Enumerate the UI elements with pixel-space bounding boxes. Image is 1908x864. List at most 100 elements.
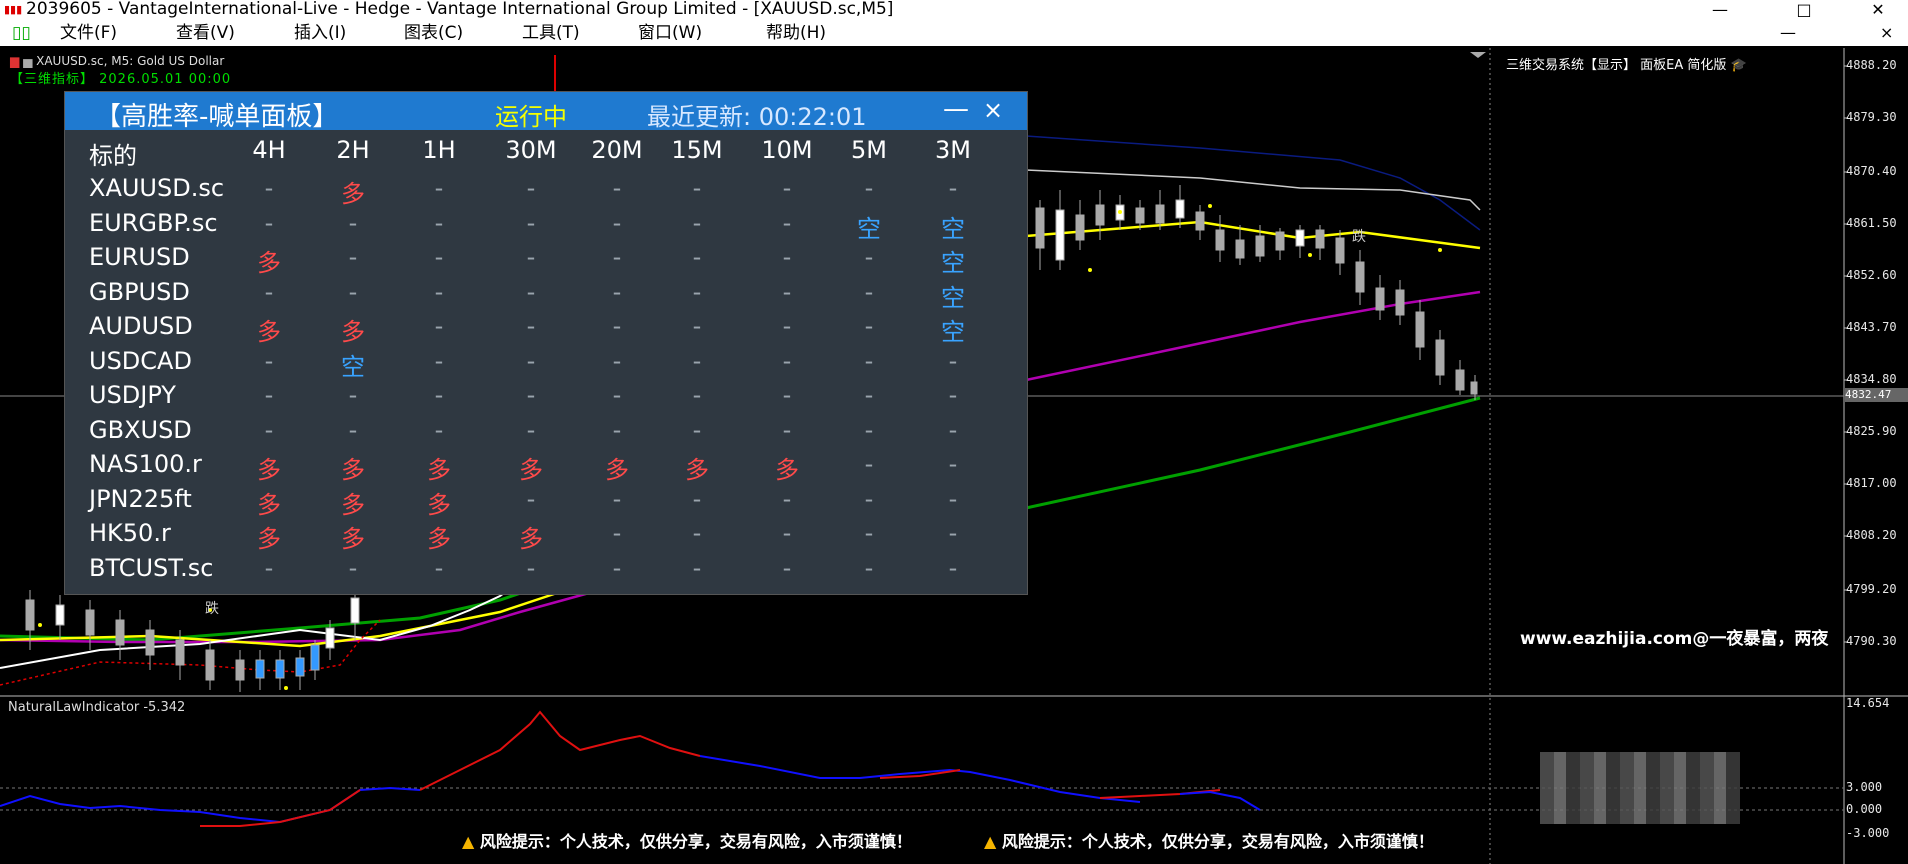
signal-dots-left xyxy=(38,608,288,690)
column-header-1h: 1H xyxy=(422,136,456,164)
signal-cell: - xyxy=(864,484,874,513)
signal-cell: - xyxy=(264,277,274,306)
signal-cell: - xyxy=(264,346,274,375)
panel-header[interactable]: 【高胜率-喊单面板】 运行中 最近更新: 00:22:01 — × xyxy=(65,92,1027,132)
sub-axis-label: -3.000 xyxy=(1846,826,1890,840)
signal-cell: - xyxy=(434,346,444,375)
symbol-label: JPN225ft xyxy=(89,484,192,513)
signal-cell: - xyxy=(526,381,536,409)
signal-cell: 多 xyxy=(519,525,543,553)
symbol-label: GBPUSD xyxy=(89,277,190,306)
price-label: 4843.70 xyxy=(1846,320,1897,334)
ind-line-red-1 xyxy=(419,710,701,791)
signal-cell: - xyxy=(692,312,702,340)
panel-minimize-button[interactable]: — xyxy=(943,94,969,124)
candle-label-right: 跌 xyxy=(1352,229,1366,245)
signal-cell: - xyxy=(864,415,874,444)
signal-cell: 空 xyxy=(941,318,965,346)
signal-cell: - xyxy=(692,415,702,444)
sub-indicator-label: NaturalLawIndicator -5.342 xyxy=(8,700,186,715)
signal-cell: - xyxy=(948,450,958,478)
signal-cell: - xyxy=(782,243,792,271)
symbol-label: USDJPY xyxy=(89,381,176,409)
red-dotted-line xyxy=(0,619,381,686)
signal-cell: 空 xyxy=(857,214,881,243)
ma-magenta-right xyxy=(1025,290,1481,382)
signal-cell: - xyxy=(348,415,358,444)
signal-cell: 多 xyxy=(257,490,281,519)
signal-cell: 多 xyxy=(341,456,365,484)
price-label: 4879.30 xyxy=(1846,110,1897,124)
signal-cell: - xyxy=(434,208,444,237)
signal-cell: - xyxy=(348,277,358,306)
signal-cell: - xyxy=(348,208,358,237)
signal-cell: 空 xyxy=(941,249,965,277)
signal-cell: 多 xyxy=(519,456,543,484)
column-header-2h: 2H xyxy=(336,136,370,164)
signal-cell: - xyxy=(782,312,792,340)
signal-cell: - xyxy=(526,243,536,271)
risk-warning: ▲ 风险提示：个人技术，仅供分享，交易有风险，入市须谨慎！ xyxy=(984,828,1434,852)
price-axis-ticks xyxy=(1844,65,1848,643)
signal-cell: - xyxy=(348,381,358,409)
signal-cell: - xyxy=(782,277,792,306)
signal-cell: - xyxy=(612,277,622,306)
signal-cell: - xyxy=(692,277,702,306)
symbol-label: HK50.r xyxy=(89,519,171,547)
signal-cell: - xyxy=(692,484,702,513)
signal-cell: 多 xyxy=(257,525,281,553)
panel-close-button[interactable]: × xyxy=(983,96,1003,124)
signal-cell: - xyxy=(264,553,274,582)
sub-axis-label: 0.000 xyxy=(1846,802,1883,816)
signal-cell: - xyxy=(264,208,274,237)
signal-cell: - xyxy=(612,553,622,582)
current-price-marker: 4832.47 xyxy=(1845,388,1908,402)
signal-cell: - xyxy=(864,519,874,547)
signal-panel[interactable]: 【高胜率-喊单面板】 运行中 最近更新: 00:22:01 — × 标的 4H 2H… xyxy=(64,91,1028,595)
chart-icon-2: ▅ xyxy=(23,54,33,68)
symbol-label: EURUSD xyxy=(89,243,190,271)
signal-cell: - xyxy=(434,174,444,202)
signal-cell: - xyxy=(864,450,874,478)
signal-cell: - xyxy=(692,519,702,547)
sub-axis-label: 3.000 xyxy=(1846,780,1883,794)
signal-cell: 多 xyxy=(341,490,365,519)
signal-cell: - xyxy=(612,381,622,409)
candle-label-main: 跌 xyxy=(205,601,219,617)
signal-cell: - xyxy=(434,415,444,444)
signal-cell: 多 xyxy=(685,456,709,484)
warning-icon: ▲ xyxy=(462,832,475,851)
signal-cell: - xyxy=(782,346,792,375)
signal-cell: - xyxy=(526,484,536,513)
signal-cell: - xyxy=(612,484,622,513)
signal-cell: - xyxy=(948,484,958,513)
signal-cell: - xyxy=(434,381,444,409)
signal-cell: - xyxy=(864,277,874,306)
symbol-label: AUDUSD xyxy=(89,312,193,340)
signal-cell: - xyxy=(264,381,274,409)
signal-cell: - xyxy=(948,553,958,582)
signal-cell: 多 xyxy=(257,318,281,346)
signal-cell: 多 xyxy=(775,456,799,484)
signal-cell: - xyxy=(348,553,358,582)
signal-cell: - xyxy=(434,553,444,582)
price-label: 4825.90 xyxy=(1846,424,1897,438)
signal-cell: - xyxy=(864,346,874,375)
signal-cell: - xyxy=(612,415,622,444)
panel-status: 运行中 xyxy=(495,103,567,131)
price-label: 4808.20 xyxy=(1846,528,1897,542)
graduation-cap-icon: 🎓 xyxy=(1730,58,1747,73)
symbol-label: USDCAD xyxy=(89,346,192,375)
signal-cell: - xyxy=(526,346,536,375)
signal-cell: - xyxy=(612,243,622,271)
ma-white-right xyxy=(1025,169,1481,211)
symbol-label: NAS100.r xyxy=(89,450,202,478)
signal-cell: - xyxy=(782,174,792,202)
price-label: 4888.20 xyxy=(1846,58,1897,72)
signal-cell: 空 xyxy=(941,214,965,243)
signal-cell: 多 xyxy=(605,456,629,484)
signal-cell: - xyxy=(526,174,536,202)
signal-cell: - xyxy=(864,553,874,582)
signal-cell: - xyxy=(782,381,792,409)
price-label: 4870.40 xyxy=(1846,164,1897,178)
